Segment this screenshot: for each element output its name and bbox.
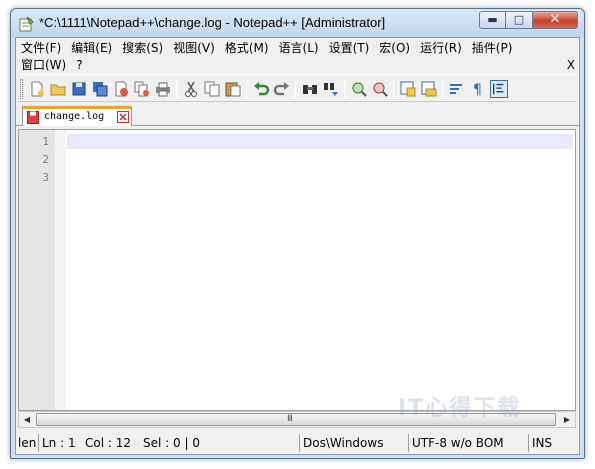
show-all-characters-icon[interactable]: ¶ [469, 80, 487, 98]
toolbar: ¶ [18, 74, 576, 102]
menu-help[interactable]: ? [71, 57, 87, 73]
word-wrap-icon[interactable] [448, 80, 466, 98]
menu-view[interactable]: 视图(V) [168, 40, 220, 56]
toolbar-separator [344, 80, 345, 98]
menu-search[interactable]: 搜索(S) [117, 40, 168, 56]
toolbar-separator [246, 80, 247, 98]
caption-buttons: ▬ □ ✕ [479, 11, 578, 29]
new-file-icon[interactable] [28, 80, 46, 98]
text-editor[interactable]: 1 2 3 [18, 129, 576, 411]
close-window-button[interactable]: ✕ [533, 11, 578, 29]
menu-settings[interactable]: 设置(T) [324, 40, 375, 56]
status-encoding: UTF-8 w/o BOM [408, 434, 524, 452]
tab-label: change.log [44, 111, 105, 122]
undo-icon[interactable] [252, 80, 270, 98]
close-document-button[interactable]: X [567, 57, 575, 73]
line-number: 3 [42, 171, 49, 184]
status-line: Ln : 1 [38, 434, 82, 452]
toolbar-separator [442, 80, 443, 98]
tab-change-log[interactable]: change.log [22, 106, 132, 126]
status-column: Col : 12 [85, 436, 131, 450]
sync-horizontal-icon[interactable] [420, 80, 438, 98]
line-number: 2 [42, 153, 49, 166]
menu-language[interactable]: 语言(L) [274, 40, 324, 56]
save-icon[interactable] [70, 80, 88, 98]
maximize-icon: □ [513, 13, 525, 26]
watermark: IT心得下载 [398, 396, 522, 421]
close-icon: ✕ [549, 12, 561, 27]
svg-text:¶: ¶ [473, 82, 482, 98]
copy-icon[interactable] [203, 80, 221, 98]
scroll-left-icon[interactable]: ◀ [19, 412, 35, 427]
status-length: len [18, 436, 37, 450]
notepad-plus-plus-app-icon [19, 16, 34, 32]
toolbar-separator [176, 80, 177, 98]
status-bar: len Ln : 1 Col : 12 Sel : 0 | 0 Dos\Wind… [16, 431, 579, 454]
close-all-icon[interactable] [133, 80, 151, 98]
sync-vertical-icon[interactable] [399, 80, 417, 98]
menu-row-2: 窗口(W) ? [16, 57, 88, 73]
menu-bar: 文件(F) 编辑(E) 搜索(S) 视图(V) 格式(M) 语言(L) 设置(T… [16, 38, 579, 72]
status-selection: Sel : 0 | 0 [143, 436, 200, 450]
line-number: 1 [42, 135, 49, 148]
zoom-in-icon[interactable] [350, 80, 368, 98]
minimize-icon: ▬ [487, 13, 498, 26]
title-bar[interactable]: *C:\1111\Notepad++\change.log - Notepad+… [11, 9, 584, 37]
tab-bar: change.log [16, 104, 579, 126]
toolbar-separator [393, 80, 394, 98]
menu-format[interactable]: 格式(M) [220, 40, 274, 56]
menu-row-1: 文件(F) 编辑(E) 搜索(S) 视图(V) 格式(M) 语言(L) 设置(T… [16, 40, 517, 56]
tab-close-icon[interactable] [117, 111, 129, 123]
toolbar-grip[interactable] [20, 79, 23, 99]
current-line-highlight [67, 134, 573, 149]
redo-icon[interactable] [273, 80, 291, 98]
status-eol-format: Dos\Windows [299, 434, 404, 452]
find-icon[interactable] [301, 80, 319, 98]
modified-file-icon [27, 111, 39, 124]
menu-window[interactable]: 窗口(W) [16, 57, 71, 73]
minimize-button[interactable]: ▬ [479, 11, 506, 29]
print-icon[interactable] [154, 80, 172, 98]
menu-file[interactable]: 文件(F) [16, 40, 66, 56]
scroll-right-icon[interactable]: ▶ [559, 412, 575, 427]
menu-run[interactable]: 运行(R) [415, 40, 467, 56]
menu-macro[interactable]: 宏(O) [374, 40, 415, 56]
menu-plugins[interactable]: 插件(P) [467, 40, 518, 56]
maximize-button[interactable]: □ [506, 11, 533, 29]
paste-icon[interactable] [224, 80, 242, 98]
indent-guide-icon[interactable] [490, 80, 508, 98]
close-file-icon[interactable] [112, 80, 130, 98]
zoom-out-icon[interactable] [371, 80, 389, 98]
save-all-icon[interactable] [91, 80, 109, 98]
cut-icon[interactable] [182, 80, 200, 98]
scrollbar-grip: III [287, 414, 293, 424]
open-file-icon[interactable] [49, 80, 67, 98]
replace-icon[interactable] [322, 80, 340, 98]
status-insert-mode: INS [528, 434, 568, 452]
fold-margin[interactable] [55, 130, 66, 410]
toolbar-separator [295, 80, 296, 98]
menu-edit[interactable]: 编辑(E) [66, 40, 117, 56]
window-title: *C:\1111\Notepad++\change.log - Notepad+… [39, 15, 386, 30]
